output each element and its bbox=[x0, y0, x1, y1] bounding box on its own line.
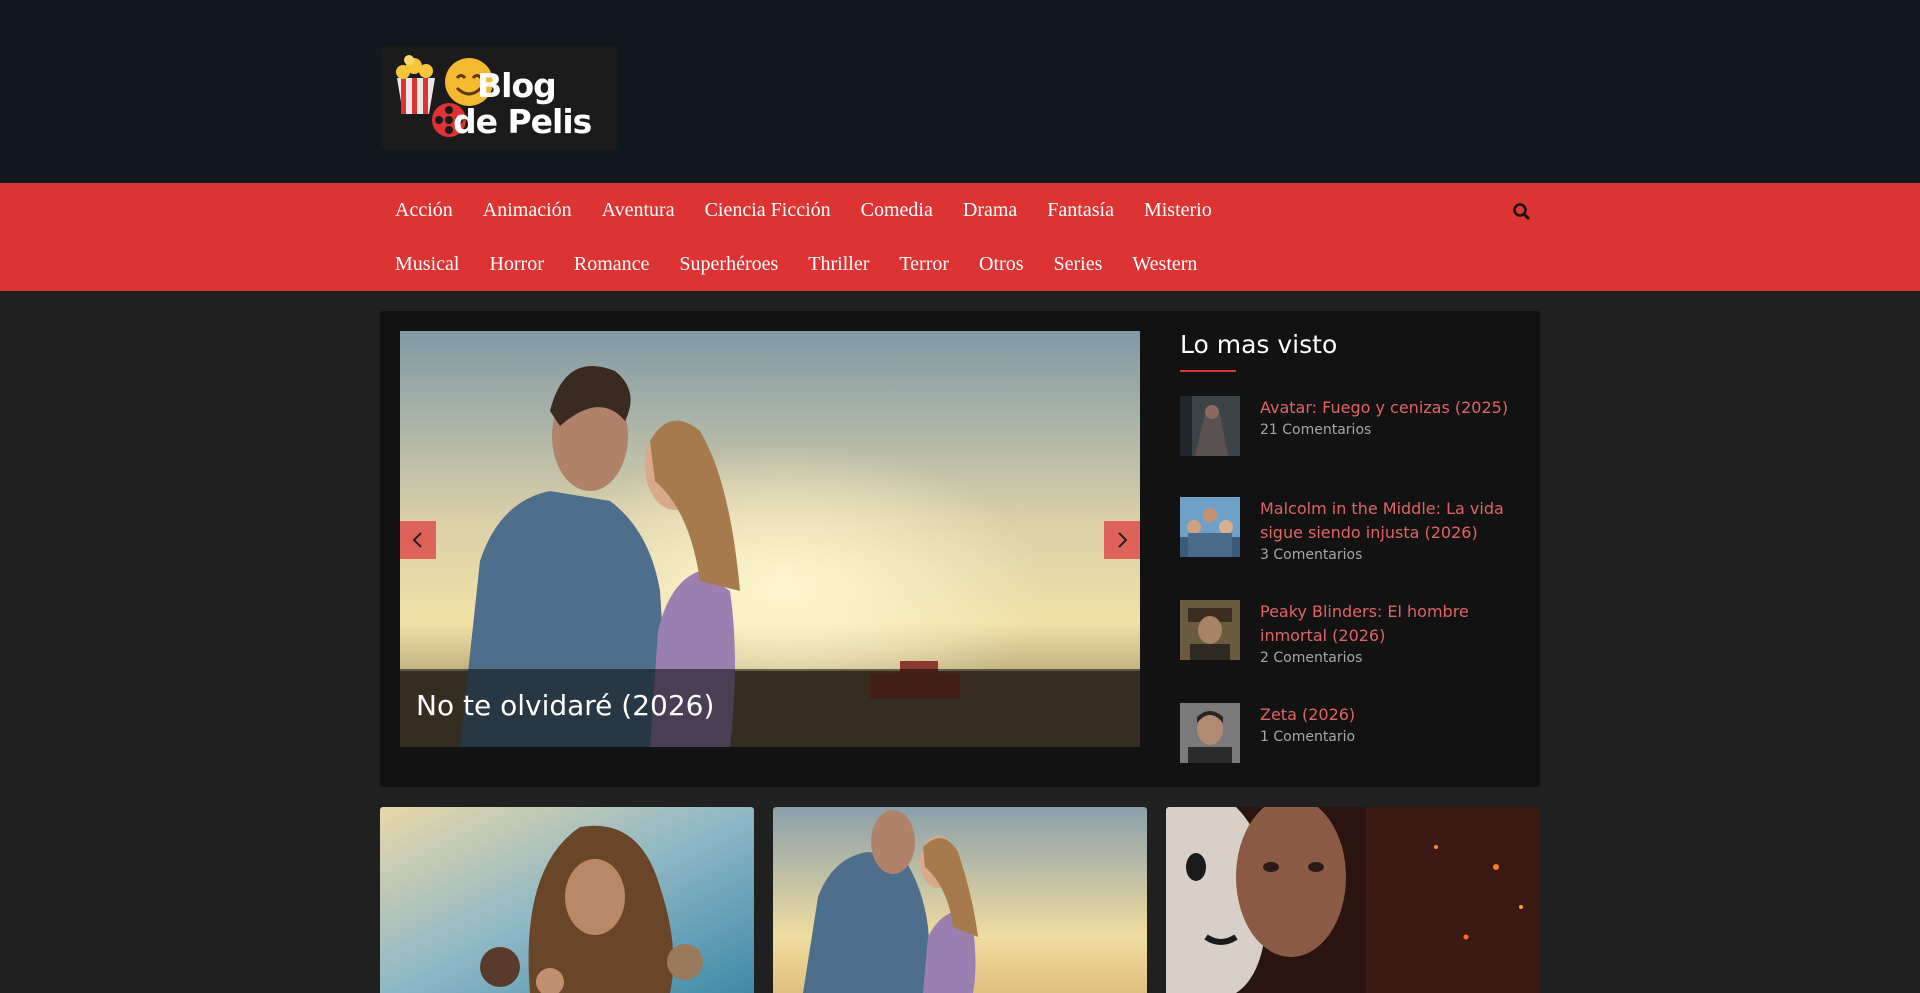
chevron-left-icon bbox=[412, 532, 422, 548]
post-card[interactable] bbox=[1166, 807, 1540, 993]
thumbnail[interactable] bbox=[1180, 396, 1240, 456]
post-link[interactable]: Malcolm in the Middle: La vida sigue sie… bbox=[1260, 497, 1515, 545]
comment-count: 1 Comentario bbox=[1260, 729, 1356, 745]
title-underline bbox=[1180, 370, 1236, 372]
post-card[interactable] bbox=[773, 807, 1147, 993]
main-navigation: Acción Animación Aventura Ciencia Ficció… bbox=[0, 183, 1920, 291]
slider-prev-button[interactable] bbox=[400, 521, 436, 559]
featured-slider[interactable]: No te olvidaré (2026) bbox=[400, 331, 1140, 747]
logo-line-2: de Pelis bbox=[453, 102, 592, 141]
comment-count: 3 Comentarios bbox=[1260, 547, 1363, 563]
thumbnail[interactable] bbox=[1180, 600, 1240, 660]
thumbnail[interactable] bbox=[1180, 703, 1240, 763]
most-viewed-widget: Lo mas visto Avatar: Fuego y cenizas (20… bbox=[1180, 329, 1520, 763]
nav-item-superheroes[interactable]: Superhéroes bbox=[664, 251, 793, 277]
chevron-right-icon bbox=[1118, 532, 1128, 548]
card-image bbox=[380, 807, 754, 993]
nav-item-western[interactable]: Western bbox=[1117, 251, 1212, 277]
card-image bbox=[773, 807, 1147, 993]
nav-item-terror[interactable]: Terror bbox=[884, 251, 964, 277]
search-button[interactable] bbox=[1510, 200, 1534, 224]
nav-item-romance[interactable]: Romance bbox=[559, 251, 665, 277]
nav-item-aventura[interactable]: Aventura bbox=[587, 197, 690, 223]
nav-item-musical[interactable]: Musical bbox=[380, 251, 474, 277]
logo-line-1: Blog bbox=[477, 66, 557, 105]
site-logo-text: Blog de Pelis bbox=[453, 66, 592, 140]
nav-item-comedia[interactable]: Comedia bbox=[846, 197, 948, 223]
nav-item-series[interactable]: Series bbox=[1039, 251, 1118, 277]
site-logo[interactable]: Blog de Pelis bbox=[381, 46, 618, 150]
post-card[interactable] bbox=[380, 807, 754, 993]
nav-item-accion[interactable]: Acción bbox=[380, 197, 468, 223]
thumbnail[interactable] bbox=[1180, 497, 1240, 557]
widget-title: Lo mas visto bbox=[1180, 330, 1338, 359]
nav-item-fantasia[interactable]: Fantasía bbox=[1032, 197, 1129, 223]
post-link[interactable]: Zeta (2026) bbox=[1260, 703, 1515, 727]
nav-item-horror[interactable]: Horror bbox=[474, 251, 558, 277]
nav-item-thriller[interactable]: Thriller bbox=[793, 251, 884, 277]
post-link[interactable]: Peaky Blinders: El hombre inmortal (2026… bbox=[1260, 600, 1515, 648]
slider-next-button[interactable] bbox=[1104, 521, 1140, 559]
slide-title[interactable]: No te olvidaré (2026) bbox=[416, 689, 714, 722]
nav-item-ciencia-ficcion[interactable]: Ciencia Ficción bbox=[690, 197, 846, 223]
nav-row-2: Musical Horror Romance Superhéroes Thril… bbox=[380, 251, 1212, 277]
site-header: Blog de Pelis bbox=[0, 0, 1920, 183]
nav-item-drama[interactable]: Drama bbox=[948, 197, 1032, 223]
nav-item-otros[interactable]: Otros bbox=[964, 251, 1038, 277]
nav-row-1: Acción Animación Aventura Ciencia Ficció… bbox=[380, 197, 1227, 223]
nav-item-animacion[interactable]: Animación bbox=[468, 197, 587, 223]
post-link[interactable]: Avatar: Fuego y cenizas (2025) bbox=[1260, 396, 1515, 420]
featured-panel: No te olvidaré (2026) Lo mas visto Avata… bbox=[380, 311, 1540, 787]
nav-item-misterio[interactable]: Misterio bbox=[1129, 197, 1227, 223]
slide-caption: No te olvidaré (2026) bbox=[400, 669, 1140, 747]
search-icon bbox=[1513, 203, 1530, 220]
card-image bbox=[1166, 807, 1540, 993]
comment-count: 2 Comentarios bbox=[1260, 650, 1363, 666]
comment-count: 21 Comentarios bbox=[1260, 422, 1372, 438]
